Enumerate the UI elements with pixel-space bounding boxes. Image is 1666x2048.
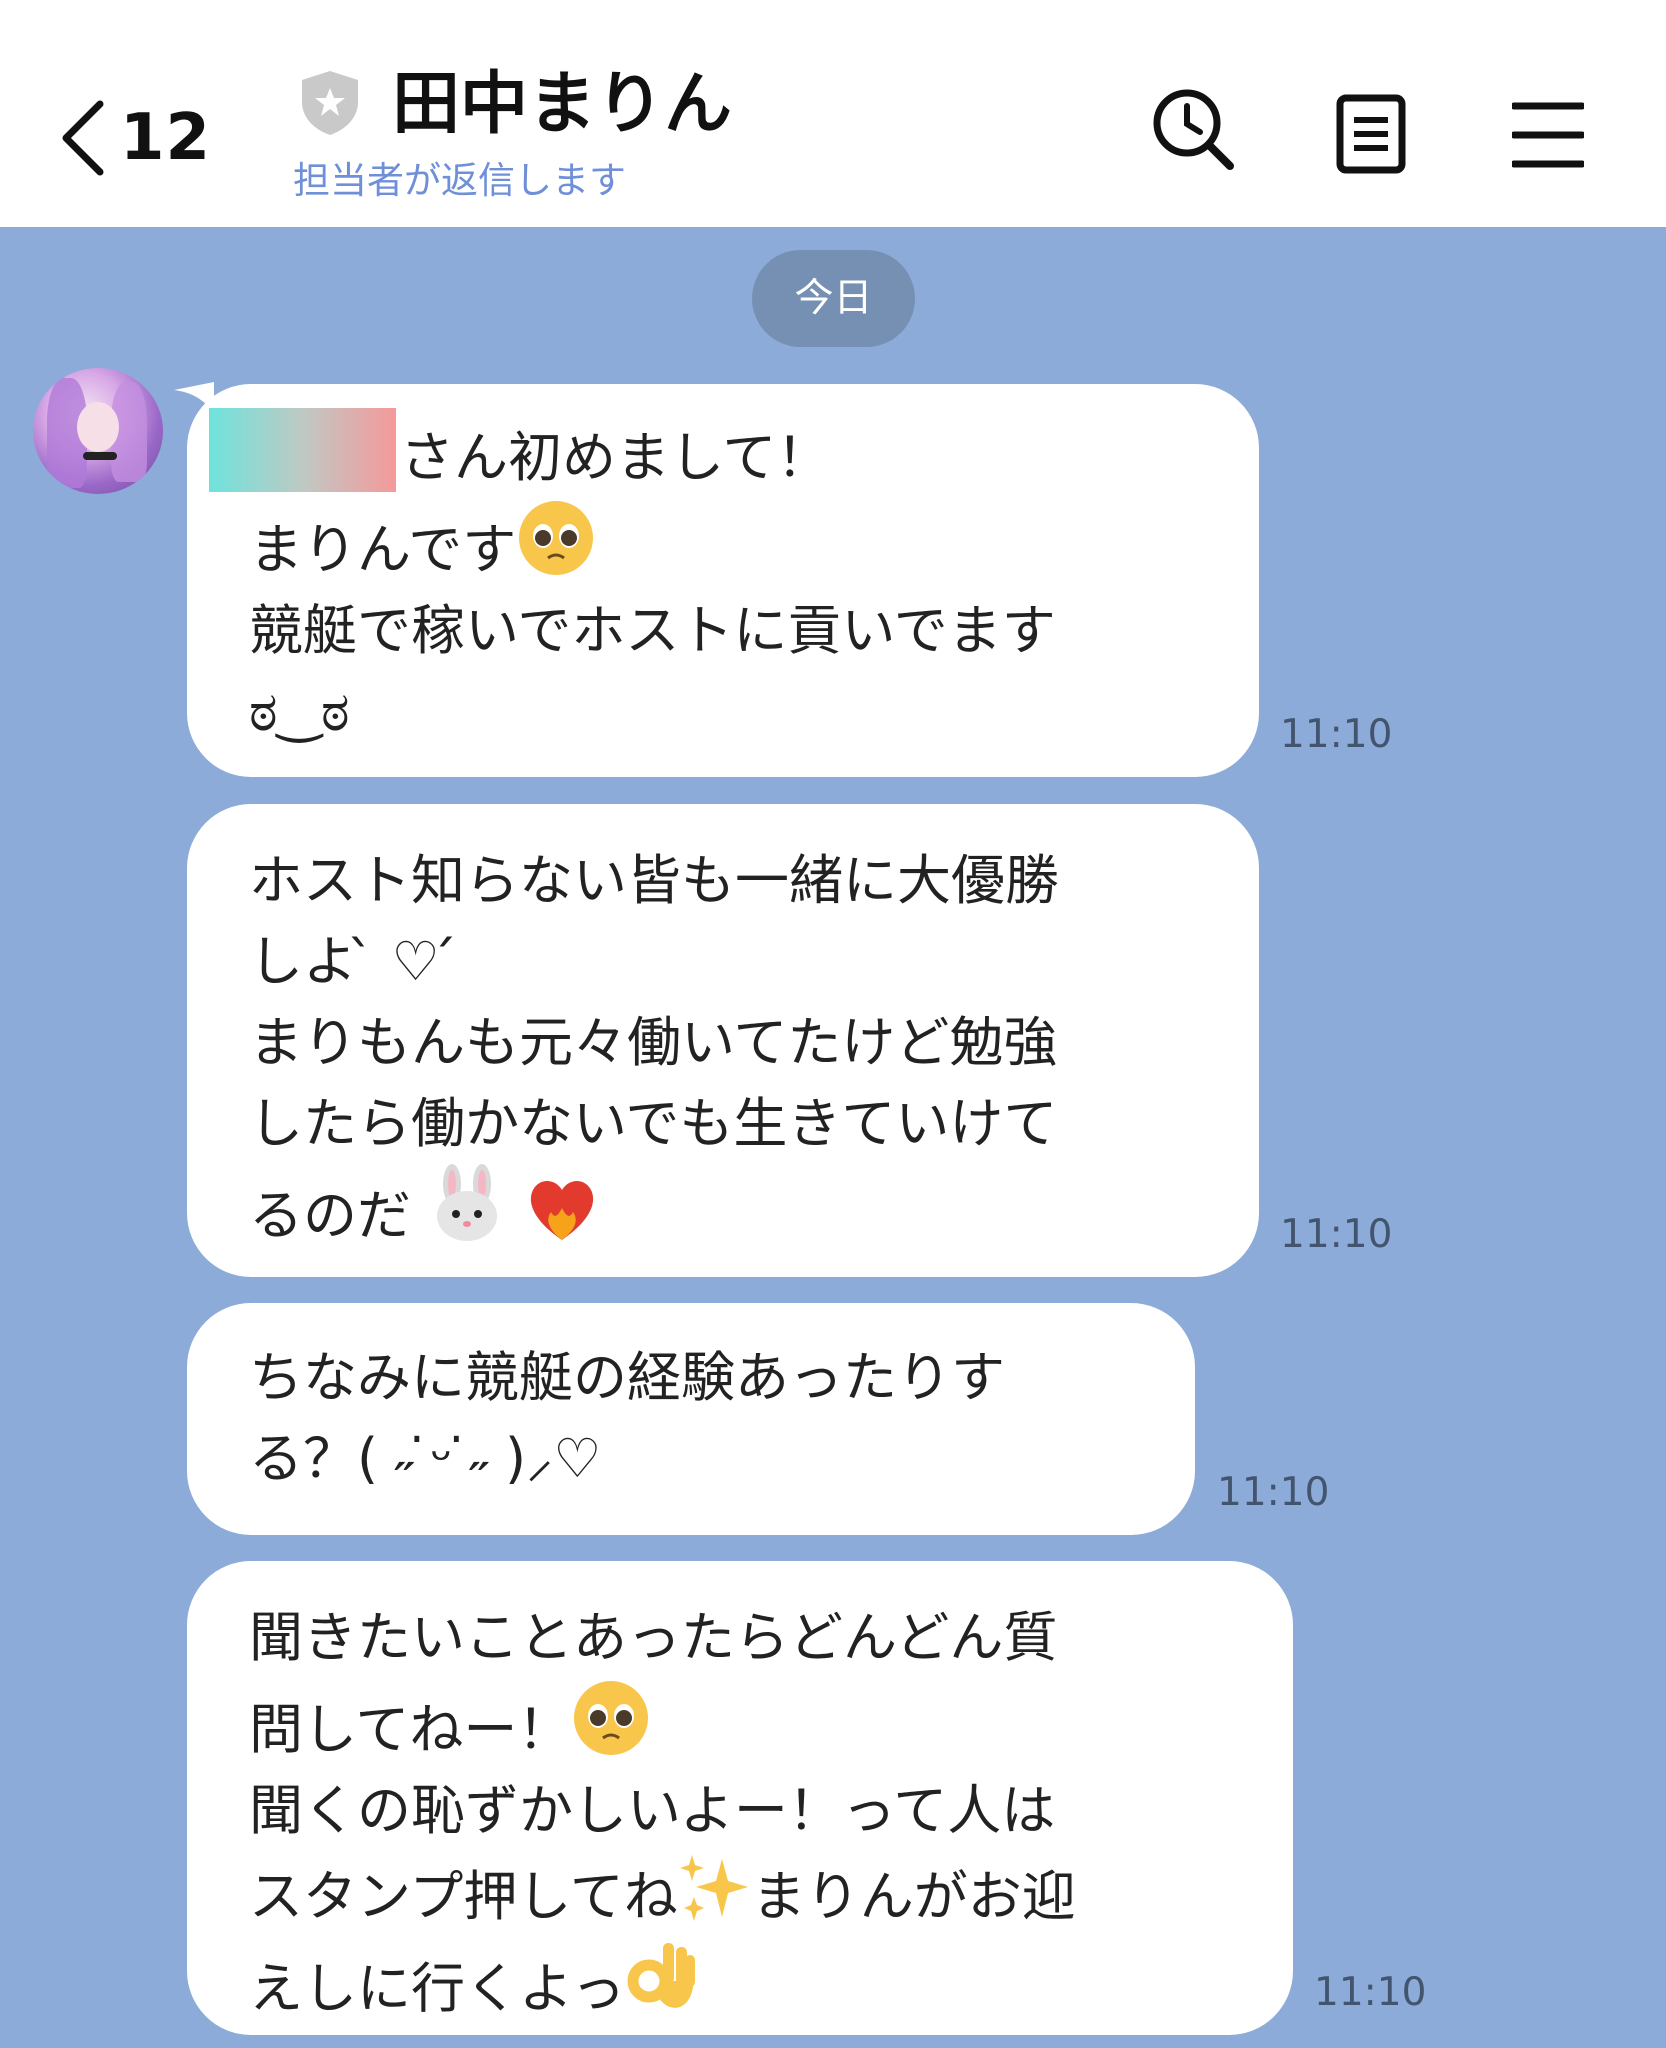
rabbit-face-emoji — [428, 1164, 506, 1244]
pleading-face-emoji — [571, 1678, 651, 1758]
chat-title: 田中まりん — [392, 65, 733, 144]
message-line: 競艇で稼いでホストに貢いでます — [249, 599, 1056, 662]
sparkles-emoji — [678, 1851, 752, 1925]
unread-count: 12 — [120, 101, 212, 175]
back-button[interactable]: 12 — [58, 96, 211, 180]
shield-star-icon — [297, 68, 363, 142]
message-bubble[interactable]: さん初めまして！ まりんです 競艇で稼いでホストに貢いでます ಠ‿ಠ — [187, 384, 1259, 777]
message-line: したら働かないでも生きていけて — [249, 1092, 1058, 1155]
message-time: 11:10 — [1280, 712, 1393, 757]
chat-subtitle: 担当者が返信します — [293, 159, 626, 202]
message-line: えしに行くよっ — [249, 1937, 1293, 2029]
message-line: る？( ˶ ̇ᵕ ̇˶ )⸝♡ — [249, 1427, 602, 1490]
message-time: 11:10 — [1280, 1212, 1393, 1257]
message-line: さん初めまして！ — [209, 408, 1259, 498]
back-chevron-icon — [58, 98, 108, 178]
message-line: 聞くの恥ずかしいよー！って人は — [249, 1779, 1056, 1842]
note-icon[interactable] — [1336, 94, 1406, 174]
message-bubble[interactable]: ホスト知らない皆も一緒に大優勝 しよ ̀ ♡ ́ まりもんも元々働いてたけど勉強… — [187, 804, 1259, 1277]
message-line: ちなみに競艇の経験あったりす — [249, 1346, 1005, 1409]
message-line: ಠ‿ಠ — [249, 680, 350, 743]
menu-icon[interactable] — [1512, 100, 1584, 170]
clock-search-icon[interactable] — [1150, 86, 1236, 172]
message-line: 聞きたいことあったらどんどん質 — [249, 1606, 1058, 1669]
pleading-face-emoji — [516, 498, 596, 578]
message-line: るのだ — [249, 1164, 1259, 1256]
message-bubble[interactable]: 聞きたいことあったらどんどん質 問してねー！ 聞くの恥ずかしいよー！って人は ス… — [187, 1561, 1293, 2035]
message-line: まりもんも元々働いてたけど勉強 — [249, 1011, 1058, 1074]
message-line: まりんです — [249, 498, 1259, 590]
ok-hand-emoji — [625, 1937, 699, 2017]
message-line: 問してねー！ — [249, 1678, 1293, 1770]
message-time: 11:10 — [1217, 1470, 1330, 1515]
message-line: スタンプ押してね まりんがお迎 — [249, 1851, 1293, 1937]
avatar[interactable] — [33, 368, 163, 494]
date-separator: 今日 — [752, 250, 915, 347]
message-bubble[interactable]: ちなみに競艇の経験あったりす る？( ˶ ̇ᵕ ̇˶ )⸝♡ — [187, 1303, 1195, 1535]
heart-on-fire-emoji — [523, 1164, 601, 1244]
message-time: 11:10 — [1314, 1970, 1427, 2015]
chat-header: 12 田中まりん 担当者が返信します — [0, 0, 1666, 227]
redacted-name — [209, 408, 396, 492]
message-line: ホスト知らない皆も一緒に大優勝 — [249, 849, 1059, 912]
message-line: しよ ̀ ♡ ́ — [249, 930, 457, 993]
